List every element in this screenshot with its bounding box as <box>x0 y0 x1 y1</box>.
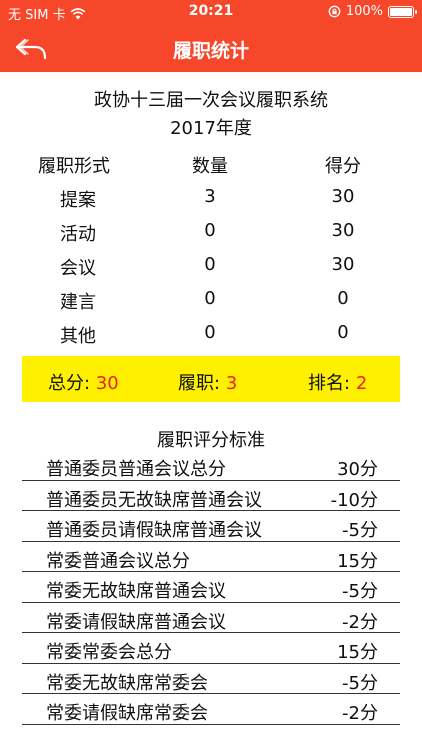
status-right: 100% <box>328 4 417 19</box>
standard-label: 常委请假缺席普通会议 <box>46 611 226 633</box>
standards-title: 履职评分标准 <box>157 430 265 451</box>
total-score-label: 总分: <box>48 373 91 394</box>
stat-count: 0 <box>204 220 216 241</box>
stats-row: 其他 0 0 <box>0 322 422 352</box>
standard-value: 30分 <box>337 459 378 480</box>
total-score: 总分: 30 <box>48 369 119 395</box>
standard-row: 常委常委会总分 15分 <box>22 633 400 664</box>
standard-label: 普通委员无故缺席普通会议 <box>46 489 262 511</box>
stat-type: 会议 <box>60 258 96 279</box>
stats-row: 活动 0 30 <box>0 220 422 250</box>
top-bar: 无 SIM 卡 20:21 100% 履职统计 <box>0 0 422 72</box>
stat-count: 3 <box>204 186 216 207</box>
rotation-lock-icon <box>328 5 341 18</box>
stat-score: 30 <box>331 254 355 275</box>
standard-row: 常委无故缺席常委会 -5分 <box>22 664 400 694</box>
standard-value: -2分 <box>342 703 378 724</box>
standard-value: -5分 <box>342 581 378 602</box>
standard-label: 普通委员普通会议总分 <box>46 459 226 480</box>
stat-score: 30 <box>331 186 355 207</box>
standard-label: 常委常委会总分 <box>46 642 172 663</box>
stat-type: 活动 <box>60 224 96 245</box>
stats-row: 建言 0 0 <box>0 288 422 318</box>
stat-count: 0 <box>204 288 216 309</box>
standard-label: 常委无故缺席普通会议 <box>46 581 226 602</box>
page-title: 履职统计 <box>172 40 249 62</box>
year-label: 2017年度 <box>170 118 252 139</box>
stat-type: 其他 <box>60 326 96 347</box>
battery-icon <box>388 5 417 18</box>
duty-count-value: 3 <box>225 373 238 394</box>
standard-value: -10分 <box>330 489 378 511</box>
stats-header-row: 履职形式 数量 得分 <box>0 152 422 182</box>
standard-label: 常委请假缺席常委会 <box>46 703 208 724</box>
standard-value: 15分 <box>337 642 378 663</box>
stat-score: 0 <box>337 322 349 343</box>
standard-value: -5分 <box>342 672 378 694</box>
stats-row: 提案 3 30 <box>0 186 422 216</box>
standard-value: -5分 <box>342 520 378 541</box>
rank-value: 2 <box>355 373 368 394</box>
nav-bar: 履职统计 <box>0 24 422 72</box>
standard-row: 常委普通会议总分 15分 <box>22 542 400 572</box>
stat-count: 0 <box>204 322 216 343</box>
standard-row: 普通委员普通会议总分 30分 <box>22 450 400 481</box>
standard-value: -2分 <box>342 611 378 633</box>
stat-score: 0 <box>337 288 349 309</box>
duty-count: 履职: 3 <box>178 369 237 395</box>
stat-type: 提案 <box>60 190 96 211</box>
battery-percent: 100% <box>345 4 383 19</box>
summary-bar: 总分: 30 履职: 3 排名: 2 <box>22 356 400 402</box>
rank-label: 排名: <box>308 373 351 394</box>
column-header-count: 数量 <box>192 156 228 177</box>
duty-count-label: 履职: <box>178 373 221 394</box>
standard-label: 普通委员请假缺席普通会议 <box>46 520 262 541</box>
stat-score: 30 <box>331 220 355 241</box>
column-header-score: 得分 <box>325 156 361 177</box>
system-title: 政协十三届一次会议履职系统 <box>94 90 328 111</box>
standard-row: 普通委员请假缺席普通会议 -5分 <box>22 511 400 542</box>
stat-count: 0 <box>204 254 216 275</box>
standard-row: 常委无故缺席普通会议 -5分 <box>22 572 400 603</box>
standard-row: 普通委员无故缺席普通会议 -10分 <box>22 481 400 511</box>
rank: 排名: 2 <box>308 369 367 395</box>
standard-label: 常委普通会议总分 <box>46 550 190 572</box>
stat-type: 建言 <box>60 292 96 313</box>
standard-row: 常委请假缺席常委会 -2分 <box>22 694 400 725</box>
total-score-value: 30 <box>95 373 119 394</box>
standard-value: 15分 <box>337 550 378 572</box>
stats-row: 会议 0 30 <box>0 254 422 284</box>
standard-label: 常委无故缺席常委会 <box>46 672 208 694</box>
standards-list: 普通委员普通会议总分 30分 普通委员无故缺席普通会议 -10分 普通委员请假缺… <box>22 450 400 725</box>
status-bar: 无 SIM 卡 20:21 100% <box>0 0 422 24</box>
column-header-type: 履职形式 <box>38 156 110 177</box>
standard-row: 常委请假缺席普通会议 -2分 <box>22 603 400 633</box>
